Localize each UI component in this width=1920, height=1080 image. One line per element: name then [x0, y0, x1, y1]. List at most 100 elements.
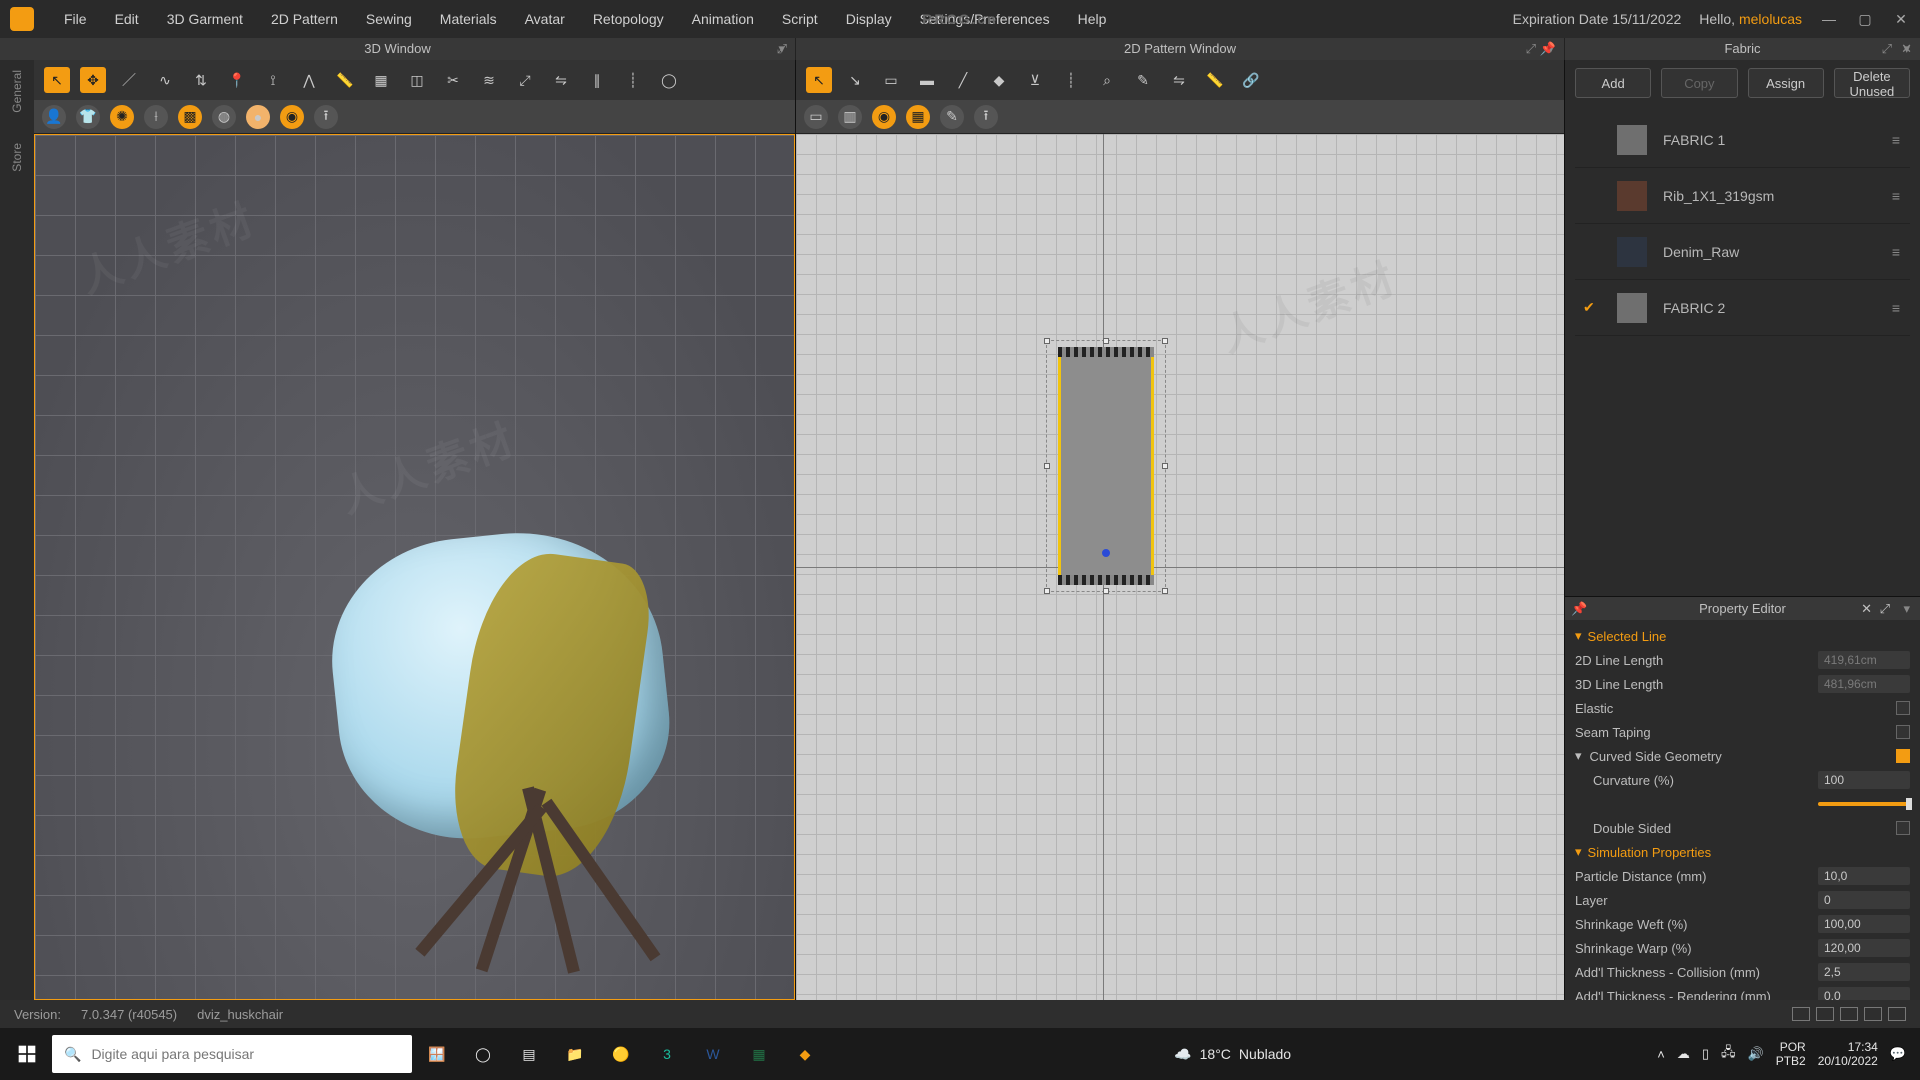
battery-icon[interactable]: ▯ — [1702, 1046, 1709, 1062]
layout-switcher[interactable] — [1792, 1007, 1906, 1021]
onedrive-icon[interactable]: ☁ — [1677, 1046, 1690, 1062]
menu-2d-pattern[interactable]: 2D Pattern — [257, 7, 352, 31]
chrome-icon[interactable]: 🟡 — [600, 1033, 642, 1075]
value-shrink-weft[interactable]: 100,00 — [1818, 915, 1910, 933]
close-panel-icon[interactable]: ✕ — [1861, 597, 1872, 621]
drag-handle-icon[interactable]: ≡ — [1892, 188, 1900, 204]
show-baseline-icon[interactable]: ▥ — [838, 105, 862, 129]
weather-widget[interactable]: ☁️ 18°C Nublado — [1174, 1046, 1291, 1063]
display-thick-icon[interactable]: ◍ — [212, 105, 236, 129]
value-layer[interactable]: 0 — [1818, 891, 1910, 909]
fabric-item[interactable]: ✔Denim_Raw≡ — [1575, 224, 1910, 280]
seam2d-icon[interactable]: ┊ — [1058, 67, 1084, 93]
menu-help[interactable]: Help — [1064, 7, 1121, 31]
menu-retopology[interactable]: Retopology — [579, 7, 678, 31]
rail-general[interactable]: General — [10, 70, 24, 113]
slider-curvature[interactable] — [1818, 802, 1910, 806]
button-icon[interactable]: ◯ — [656, 67, 682, 93]
3dsmax-icon[interactable]: 3 — [646, 1033, 688, 1075]
edit2d-icon[interactable]: ↘ — [842, 67, 868, 93]
menu-script[interactable]: Script — [768, 7, 832, 31]
mesh-icon[interactable]: ◫ — [404, 67, 430, 93]
clock[interactable]: 17:3420/10/2022 — [1818, 1040, 1878, 1068]
edit-curve-icon[interactable]: ∿ — [152, 67, 178, 93]
add-button[interactable]: Add — [1575, 68, 1651, 98]
select-tool-icon[interactable]: ↖ — [44, 67, 70, 93]
word-icon[interactable]: W — [692, 1033, 734, 1075]
link-icon[interactable]: 🔗 — [1238, 67, 1264, 93]
export-icon[interactable]: ⭱ — [314, 105, 338, 129]
annotation-icon[interactable]: ✎ — [1130, 67, 1156, 93]
volume-icon[interactable]: 🔊 — [1748, 1046, 1764, 1062]
viewport-2d[interactable]: 人人素材 — [796, 134, 1564, 1000]
tab-2d-window[interactable]: 2D Pattern Window▾ ⤢ 📌 — [796, 38, 1565, 60]
checkbox-curved-side[interactable] — [1896, 749, 1910, 763]
symmetry-icon[interactable]: ⇋ — [548, 67, 574, 93]
grid-icon[interactable]: ▦ — [368, 67, 394, 93]
rail-store[interactable]: Store — [10, 143, 24, 172]
symmetry2d-icon[interactable]: ⇋ — [1166, 67, 1192, 93]
menu-animation[interactable]: Animation — [678, 7, 768, 31]
username[interactable]: melolucas — [1739, 11, 1802, 27]
cut-icon[interactable]: ✂ — [440, 67, 466, 93]
ruler-icon[interactable]: 📏 — [1202, 67, 1228, 93]
upload-icon[interactable]: ⭱ — [974, 105, 998, 129]
arrange-icon[interactable]: ⇅ — [188, 67, 214, 93]
popout-icon[interactable]: ⤢ — [1880, 597, 1890, 621]
pin-icon[interactable]: 📌 — [1571, 597, 1587, 621]
steam-icon[interactable]: ≋ — [476, 67, 502, 93]
start-button[interactable] — [6, 1033, 48, 1075]
checkbox-double-sided[interactable] — [1896, 821, 1910, 835]
show-seamline-icon[interactable]: ◉ — [872, 105, 896, 129]
delete-unused-button[interactable]: Delete Unused — [1834, 68, 1910, 98]
value-particle-distance[interactable]: 10,0 — [1818, 867, 1910, 885]
measure-icon[interactable]: 📏 — [332, 67, 358, 93]
select2d-tool-icon[interactable]: ↖ — [806, 67, 832, 93]
tab-3d-window[interactable]: 3D Window▾ ⤢ — [0, 38, 796, 60]
menu-edit[interactable]: Edit — [101, 7, 153, 31]
pattern-piece[interactable] — [1058, 354, 1154, 578]
md-app-icon[interactable]: ◆ — [784, 1033, 826, 1075]
value-shrink-warp[interactable]: 120,00 — [1818, 939, 1910, 957]
viewport-3d[interactable]: 人人素材 人人素材 — [34, 134, 795, 1000]
close-icon[interactable]: ✕ — [1892, 10, 1910, 28]
topstitch-icon[interactable]: ┊ — [620, 67, 646, 93]
fabric-item[interactable]: ✔FABRIC 1≡ — [1575, 112, 1910, 168]
menu-sewing[interactable]: Sewing — [352, 7, 426, 31]
display-garment-icon[interactable]: 👕 — [76, 105, 100, 129]
drag-handle-icon[interactable]: ≡ — [1892, 132, 1900, 148]
move-tool-icon[interactable]: ✥ — [80, 67, 106, 93]
taskbar-search[interactable]: 🔍 Digite aqui para pesquisar — [52, 1035, 412, 1073]
task-view-icon[interactable]: ▤ — [508, 1033, 550, 1075]
menu-file[interactable]: File — [50, 7, 101, 31]
internal-line-icon[interactable]: ╱ — [950, 67, 976, 93]
display-avatar-icon[interactable]: 👤 — [42, 105, 66, 129]
display-skin-icon[interactable]: ● — [246, 105, 270, 129]
chair-model[interactable] — [335, 535, 665, 835]
display-bones-icon[interactable]: ⟊ — [144, 105, 168, 129]
fit-icon[interactable]: ⤢ — [512, 67, 538, 93]
file-explorer-icon[interactable]: 📁 — [554, 1033, 596, 1075]
show-annotations-icon[interactable]: ✎ — [940, 105, 964, 129]
pin-tool-icon[interactable]: 📍 — [224, 67, 250, 93]
popout-icon[interactable]: ⤢ — [1882, 38, 1892, 60]
maximize-icon[interactable]: ▢ — [1856, 10, 1874, 28]
menu-avatar[interactable]: Avatar — [511, 7, 579, 31]
drag-handle-icon[interactable]: ≡ — [1892, 244, 1900, 260]
checkbox-elastic[interactable] — [1896, 701, 1910, 715]
show-grainline-icon[interactable]: ▦ — [906, 105, 930, 129]
trace-icon[interactable]: ⌕ — [1094, 67, 1120, 93]
tab-fabric[interactable]: Fabric▾ ⤢ ✕ — [1565, 38, 1920, 60]
dart-icon[interactable]: ◆ — [986, 67, 1012, 93]
news-widget-icon[interactable]: 🪟 — [416, 1033, 458, 1075]
fold-icon[interactable]: ⋀ — [296, 67, 322, 93]
display-stress-icon[interactable]: ◉ — [280, 105, 304, 129]
property-editor-header[interactable]: 📌 Property Editor ▾ ⤢ ✕ — [1565, 596, 1920, 620]
popout-icon[interactable]: ⤢ — [1526, 38, 1536, 60]
rect-fill-icon[interactable]: ▬ — [914, 67, 940, 93]
show-pattern-icon[interactable]: ▭ — [804, 105, 828, 129]
close-panel-icon[interactable]: ✕ — [1901, 38, 1912, 60]
notch-icon[interactable]: ⊻ — [1022, 67, 1048, 93]
network-icon[interactable]: 🖧 — [1721, 1043, 1736, 1065]
value-thick-collision[interactable]: 2,5 — [1818, 963, 1910, 981]
